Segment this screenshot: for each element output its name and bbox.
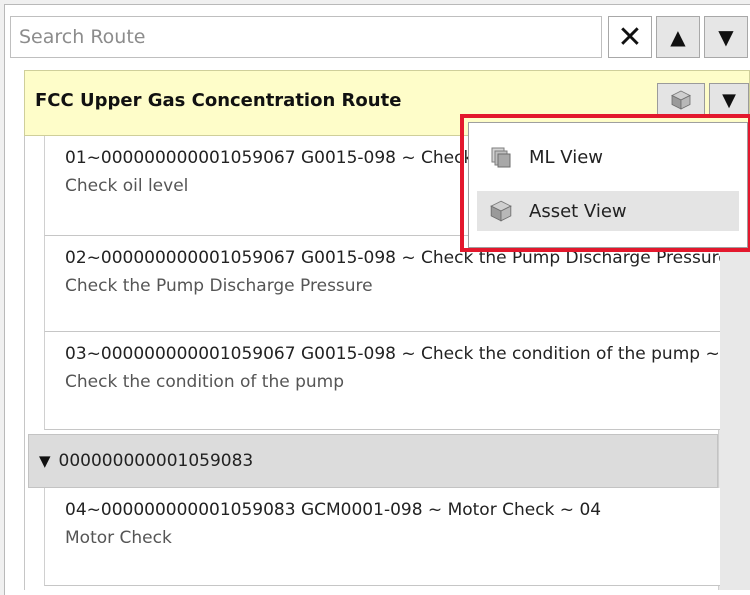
route-item[interactable]: 03~000000000001059067 G0015-098 ~ Check … xyxy=(44,332,720,430)
ml-view-icon xyxy=(487,143,515,171)
caret-down-icon[interactable]: ▼ xyxy=(39,452,51,470)
search-bar: ✕ ▲ ▼ xyxy=(10,16,750,58)
item-description: Motor Check xyxy=(65,528,172,548)
route-title: FCC Upper Gas Concentration Route xyxy=(35,90,402,111)
arrow-up-icon: ▲ xyxy=(670,25,686,49)
item-title: 04~000000000001059083 GCM0001-098 ~ Moto… xyxy=(65,500,602,520)
menu-item-label: ML View xyxy=(529,146,603,168)
asset-view-menu-item[interactable]: Asset View xyxy=(477,191,739,231)
arrow-down-icon: ▼ xyxy=(718,25,734,49)
view-menu: ML View Asset View xyxy=(468,122,748,248)
asset-cube-icon xyxy=(671,90,691,110)
next-result-button[interactable]: ▼ xyxy=(704,16,748,58)
item-description: Check the condition of the pump xyxy=(65,372,345,392)
item-title: 03~000000000001059067 G0015-098 ~ Check … xyxy=(65,344,720,364)
view-mode-button[interactable] xyxy=(657,83,705,117)
close-icon: ✕ xyxy=(617,19,643,55)
asset-group-header[interactable]: ▼ 000000000001059083 xyxy=(28,434,718,488)
previous-result-button[interactable]: ▲ xyxy=(656,16,700,58)
asset-view-icon xyxy=(487,197,515,225)
clear-search-button[interactable]: ✕ xyxy=(608,16,652,58)
route-item[interactable]: 02~000000000001059067 G0015-098 ~ Check … xyxy=(44,236,720,332)
dropdown-arrow-icon: ▼ xyxy=(722,89,736,111)
menu-item-label: Asset View xyxy=(529,200,627,222)
route-item[interactable]: 04~000000000001059083 GCM0001-098 ~ Moto… xyxy=(44,488,720,586)
ml-view-menu-item[interactable]: ML View xyxy=(477,137,739,177)
item-description: Check oil level xyxy=(65,176,189,196)
search-input[interactable] xyxy=(10,16,602,58)
view-menu-dropdown-button[interactable]: ▼ xyxy=(709,83,749,117)
group-label: 000000000001059083 xyxy=(58,451,254,471)
item-title: 02~000000000001059067 G0015-098 ~ Check … xyxy=(65,248,720,268)
item-description: Check the Pump Discharge Pressure xyxy=(65,276,373,296)
